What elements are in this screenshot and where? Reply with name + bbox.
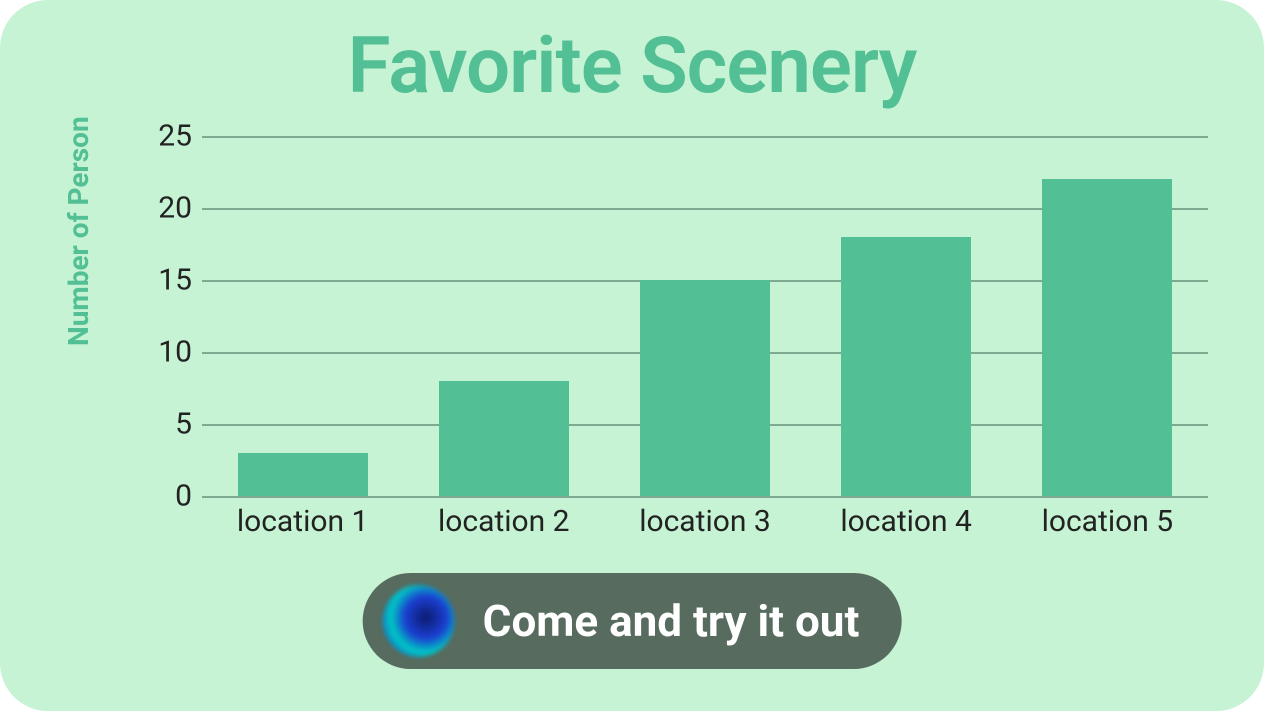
x-tick-label: location 1 [223,504,383,539]
cta-button[interactable]: Come and try it out [363,573,902,669]
y-tick: 25 [158,119,192,154]
orb-icon [383,585,455,657]
bar [238,453,368,496]
y-tick: 15 [158,263,192,298]
y-axis-ticks: 0510152025 [132,136,192,496]
bar [439,381,569,496]
chart-title: Favorite Scenery [0,0,1264,110]
x-axis-labels: location 1 location 2 location 3 location 4… [202,504,1208,539]
y-tick: 10 [158,335,192,370]
x-tick-label: location 5 [1027,504,1187,539]
y-tick: 0 [175,479,192,514]
chart-card: Favorite Scenery Number of Person 0 5 10 15… [0,0,1264,711]
x-tick-label: location 3 [625,504,785,539]
bars [202,136,1208,496]
x-tick-label: location 2 [424,504,584,539]
cta-label: Come and try it out [483,595,860,647]
bar-chart: Number of Person 0510152025 location 1lo… [112,136,1208,566]
gridline [202,496,1208,498]
bar [1042,179,1172,496]
plot-area [202,136,1208,496]
y-axis-label: Number of Person [62,116,95,346]
y-tick: 5 [175,407,192,442]
bar [841,237,971,496]
bar [640,280,770,496]
y-tick: 20 [158,191,192,226]
x-tick-label: location 4 [826,504,986,539]
